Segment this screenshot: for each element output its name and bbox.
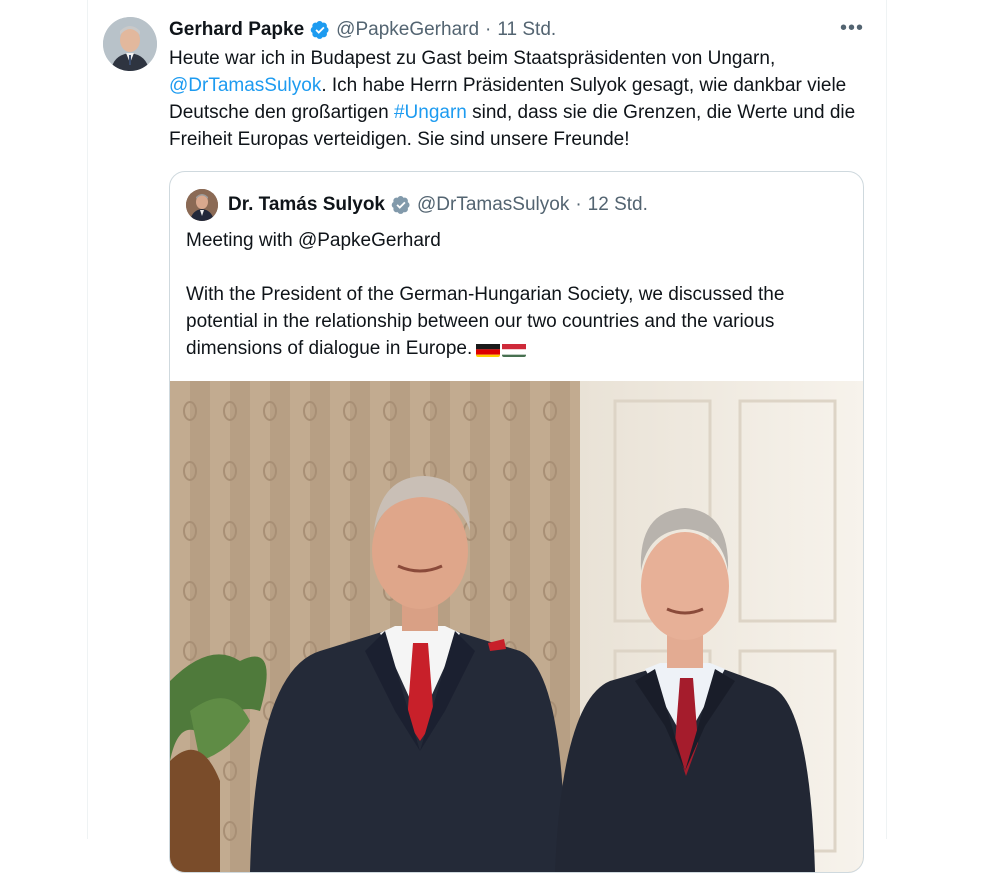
germany-flag-icon <box>476 341 501 357</box>
more-options-icon[interactable]: ••• <box>838 18 866 42</box>
tweet-text: Heute war ich in Budapest zu Gast beim S… <box>169 45 859 153</box>
tweet-text-part: Heute war ich in Budapest zu Gast beim S… <box>169 48 776 69</box>
quoted-timestamp[interactable]: 12 Std. <box>588 194 648 216</box>
separator-dot: · <box>485 19 492 40</box>
mention-link[interactable]: @DrTamasSulyok <box>169 75 321 96</box>
timestamp[interactable]: 11 Std. <box>497 19 556 41</box>
hungary-flag-icon <box>502 341 527 357</box>
quoted-tweet-photo[interactable] <box>170 381 863 872</box>
quoted-tweet-text: Meeting with @PapkeGerhard With the Pres… <box>186 227 851 362</box>
quoted-tweet-card[interactable]: Dr. Tamás Sulyok @DrTamasSulyok · 12 Std… <box>169 171 864 873</box>
author-handle[interactable]: @PapkeGerhard <box>336 19 479 41</box>
verified-badge-icon <box>391 195 411 215</box>
verified-badge-icon <box>310 20 330 40</box>
author-name[interactable]: Gerhard Papke <box>169 19 304 41</box>
flag-emojis <box>476 341 527 357</box>
tweet-header: Gerhard Papke @PapkeGerhard · 11 Std. <box>169 18 556 42</box>
avatar[interactable] <box>103 17 157 71</box>
quoted-author-handle[interactable]: @DrTamasSulyok <box>417 194 569 216</box>
quoted-avatar[interactable] <box>186 189 218 221</box>
hashtag-link[interactable]: #Ungarn <box>394 102 467 123</box>
quoted-text-line: Meeting with @PapkeGerhard <box>186 230 441 251</box>
quoted-text-paragraph: With the President of the German-Hungari… <box>186 281 851 362</box>
separator-dot: · <box>575 194 582 215</box>
quoted-author-name[interactable]: Dr. Tamás Sulyok <box>228 194 385 216</box>
quoted-tweet-header: Dr. Tamás Sulyok @DrTamasSulyok · 12 Std… <box>186 189 648 221</box>
